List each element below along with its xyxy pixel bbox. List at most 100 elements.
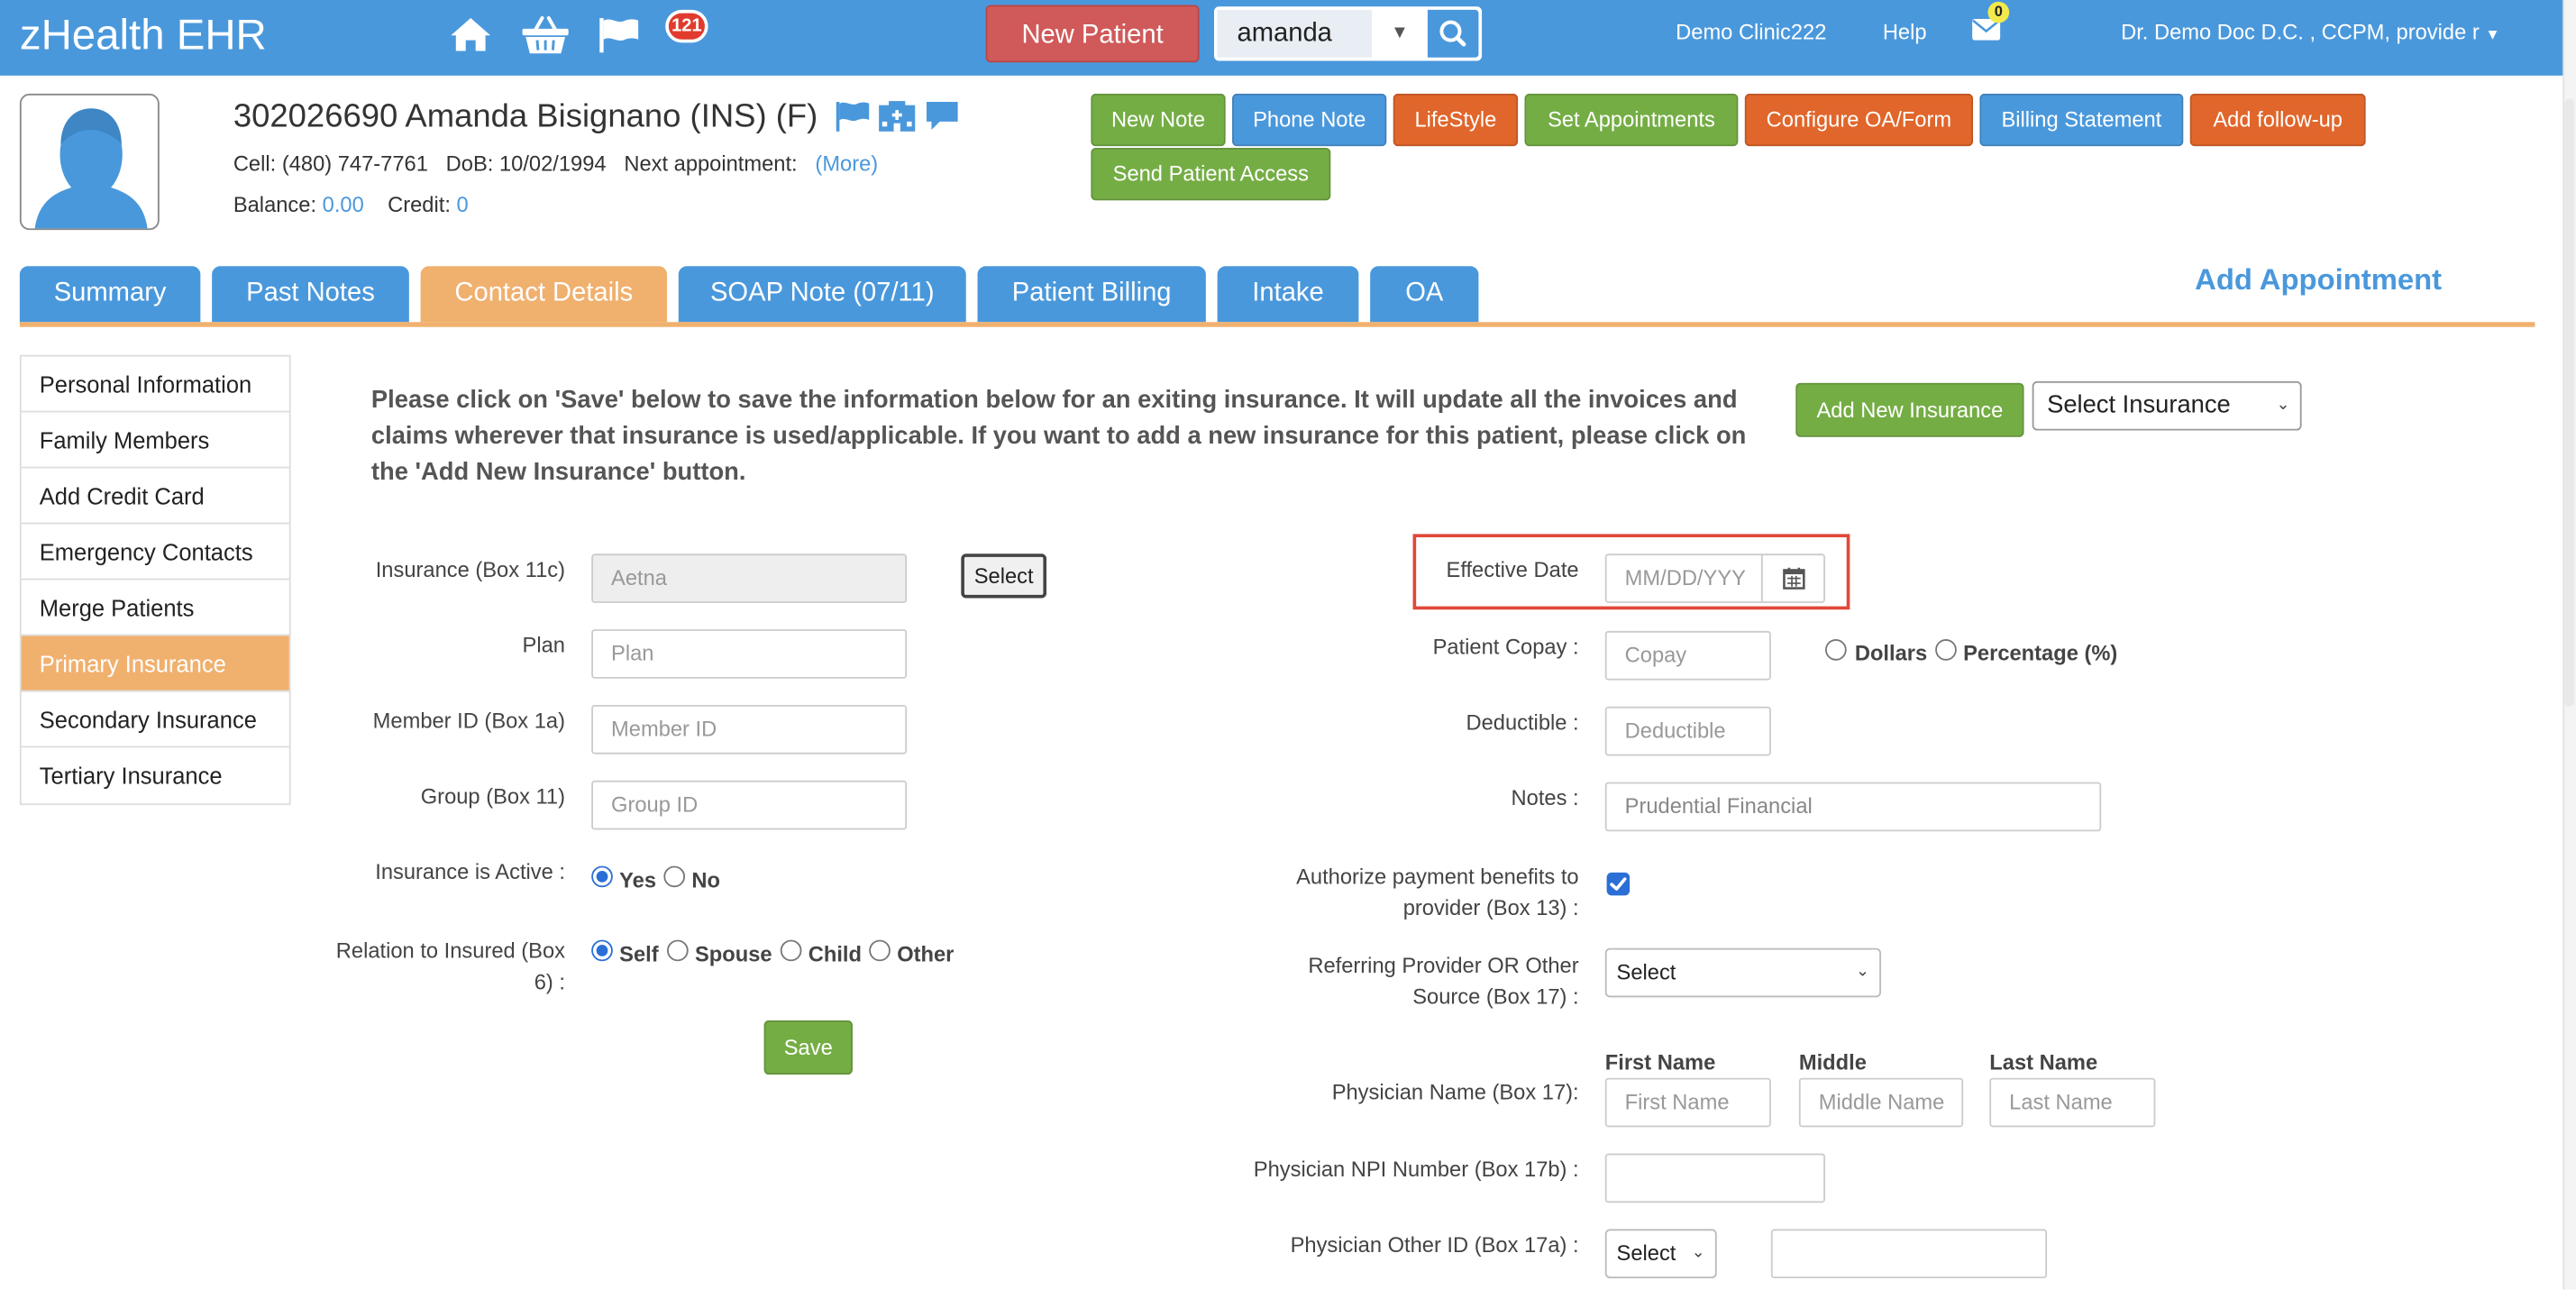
notes-field[interactable]: Prudential Financial bbox=[1604, 782, 2102, 832]
tab-summary[interactable]: Summary bbox=[19, 266, 201, 323]
tab-intake[interactable]: Intake bbox=[1217, 266, 1359, 323]
tab-soap-note[interactable]: SOAP Note (07/11) bbox=[678, 266, 966, 323]
next-appointment-label: Next appointment: bbox=[624, 151, 798, 177]
side-item-tertiary-insurance[interactable]: Tertiary Insurance bbox=[22, 747, 289, 803]
search-icon bbox=[1439, 20, 1466, 47]
credit-label: Credit: bbox=[388, 192, 451, 217]
notification-badge[interactable]: 121 bbox=[665, 9, 708, 43]
set-appointments-button[interactable]: Set Appointments bbox=[1524, 93, 1739, 147]
physician-npi-field[interactable] bbox=[1604, 1153, 1826, 1203]
insurance-select-button[interactable]: Select bbox=[961, 554, 1047, 599]
physician-other-id-type-value: Select bbox=[1616, 1240, 1676, 1266]
physician-last-name-field[interactable]: Last Name bbox=[1989, 1077, 2156, 1128]
cell-value: (480) 747-7761 bbox=[281, 151, 428, 177]
tab-underline bbox=[19, 322, 2535, 327]
plan-label: Plan bbox=[522, 632, 566, 658]
patient-avatar-icon bbox=[34, 108, 148, 229]
physician-first-name-field[interactable]: First Name bbox=[1604, 1077, 1771, 1128]
member-id-label: Member ID (Box 1a) bbox=[372, 708, 566, 733]
patient-name: 302026690 Amanda Bisignano (INS) (F) bbox=[233, 98, 818, 135]
top-navbar: zHealth EHR 121 New Patient amanda ▼ Dem… bbox=[0, 0, 2563, 76]
search-button[interactable] bbox=[1427, 9, 1479, 58]
group-id-field[interactable]: Group ID bbox=[591, 780, 908, 830]
relation-other-radio[interactable] bbox=[869, 939, 891, 962]
relation-child-label: Child bbox=[808, 941, 863, 966]
copay-field[interactable]: Copay bbox=[1604, 630, 1771, 681]
side-item-merge-patients[interactable]: Merge Patients bbox=[21, 580, 289, 636]
physician-middle-name-field[interactable]: Middle Name bbox=[1798, 1077, 1964, 1128]
insurance-active-label: Insurance is Active : bbox=[375, 859, 566, 884]
search-dropdown-toggle[interactable]: ▼ bbox=[1375, 9, 1425, 58]
relation-spouse-radio[interactable] bbox=[667, 939, 689, 962]
flag-icon[interactable] bbox=[835, 100, 871, 133]
effective-date-field[interactable]: MM/DD/YYY bbox=[1604, 554, 1763, 603]
dob-label: DoB: bbox=[445, 151, 494, 177]
shopping-basket-icon[interactable] bbox=[521, 14, 571, 56]
phone-note-button[interactable]: Phone Note bbox=[1232, 93, 1387, 147]
help-link[interactable]: Help bbox=[1883, 20, 1927, 44]
referring-label-line2: Source (Box 17) : bbox=[1412, 984, 1579, 1010]
first-name-heading: First Name bbox=[1604, 1049, 1716, 1075]
billing-statement-button[interactable]: Billing Statement bbox=[1979, 93, 2184, 147]
side-item-secondary-insurance[interactable]: Secondary Insurance bbox=[21, 691, 289, 748]
flag-icon[interactable] bbox=[598, 16, 640, 54]
authorize-payment-label: Authorize payment benefits to provider (… bbox=[1216, 861, 1579, 923]
more-link[interactable]: (More) bbox=[815, 151, 878, 176]
patient-contact-line: Cell: (480) 747-7761 DoB: 10/02/1994 Nex… bbox=[233, 151, 878, 176]
save-button[interactable]: Save bbox=[763, 1020, 853, 1075]
select-insurance-dropdown[interactable]: Select Insurance ⌄ bbox=[2032, 380, 2302, 431]
referring-provider-select[interactable]: Select ⌄ bbox=[1604, 947, 1881, 998]
side-item-emergency-contacts[interactable]: Emergency Contacts bbox=[21, 524, 289, 581]
tab-oa[interactable]: OA bbox=[1370, 266, 1479, 323]
calendar-button[interactable] bbox=[1760, 554, 1826, 603]
last-name-heading: Last Name bbox=[1989, 1049, 2098, 1075]
deductible-label: Deductible : bbox=[1466, 709, 1579, 735]
referring-provider-label: Referring Provider OR Other Source (Box … bbox=[1216, 950, 1579, 1012]
member-id-field[interactable]: Member ID bbox=[591, 704, 908, 755]
side-item-add-credit-card[interactable]: Add Credit Card bbox=[21, 468, 289, 525]
physician-other-id-field[interactable] bbox=[1770, 1229, 2048, 1279]
add-follow-up-button[interactable]: Add follow-up bbox=[2189, 93, 2366, 147]
comment-icon[interactable] bbox=[925, 100, 959, 132]
credit-link[interactable]: 0 bbox=[457, 192, 469, 216]
relation-child-radio[interactable] bbox=[780, 939, 802, 962]
send-patient-access-button[interactable]: Send Patient Access bbox=[1091, 148, 1331, 201]
lifestyle-button[interactable]: LifeStyle bbox=[1393, 93, 1519, 147]
new-patient-button[interactable]: New Patient bbox=[985, 5, 1200, 63]
authorize-label-line1: Authorize payment benefits to bbox=[1296, 864, 1579, 890]
page-scrollbar-thumb[interactable] bbox=[2564, 98, 2575, 707]
side-item-personal-information[interactable]: Personal Information bbox=[21, 357, 289, 413]
deductible-field[interactable]: Deductible bbox=[1604, 706, 1771, 756]
copay-dollars-radio[interactable] bbox=[1825, 639, 1847, 661]
insurance-save-notice: Please click on 'Save' below to save the… bbox=[370, 386, 1747, 487]
hospital-icon[interactable] bbox=[877, 100, 917, 133]
balance-link[interactable]: 0.00 bbox=[323, 192, 364, 216]
copay-percentage-radio[interactable] bbox=[1935, 639, 1957, 661]
relation-self-label: Self bbox=[619, 941, 659, 966]
tab-contact-details[interactable]: Contact Details bbox=[420, 266, 668, 323]
chevron-down-icon: ⌄ bbox=[1691, 1243, 1705, 1262]
new-note-button[interactable]: New Note bbox=[1091, 93, 1226, 147]
add-appointment-link[interactable]: Add Appointment bbox=[2195, 263, 2442, 297]
physician-other-id-type-select[interactable]: Select ⌄ bbox=[1604, 1229, 1717, 1279]
avatar bbox=[19, 93, 160, 231]
clinic-menu[interactable]: Demo Clinic222 bbox=[1676, 20, 1826, 44]
chevron-down-icon: ▼ bbox=[2485, 26, 2500, 43]
search-input[interactable]: amanda bbox=[1217, 9, 1372, 58]
configure-oa-form-button[interactable]: Configure OA/Form bbox=[1744, 93, 1974, 147]
relation-self-radio[interactable] bbox=[591, 939, 613, 962]
relation-label: Relation to Insured (Box 6) : bbox=[296, 935, 565, 997]
home-icon[interactable] bbox=[449, 14, 493, 54]
active-yes-radio[interactable] bbox=[591, 865, 613, 888]
user-menu[interactable]: Dr. Demo Doc D.C. , CCPM, provide r ▼ bbox=[2121, 20, 2500, 44]
app-title[interactable]: zHealth EHR bbox=[20, 10, 267, 61]
side-item-family-members[interactable]: Family Members bbox=[21, 412, 289, 469]
authorize-payment-checkbox[interactable] bbox=[1606, 872, 1631, 896]
tab-past-notes[interactable]: Past Notes bbox=[212, 266, 409, 323]
tab-patient-billing[interactable]: Patient Billing bbox=[977, 266, 1206, 323]
mail-count-badge: 0 bbox=[1987, 1, 2010, 23]
plan-field[interactable]: Plan bbox=[591, 629, 908, 679]
side-item-primary-insurance[interactable]: Primary Insurance bbox=[21, 636, 289, 692]
active-no-radio[interactable] bbox=[663, 865, 686, 888]
add-new-insurance-button[interactable]: Add New Insurance bbox=[1795, 382, 2024, 437]
